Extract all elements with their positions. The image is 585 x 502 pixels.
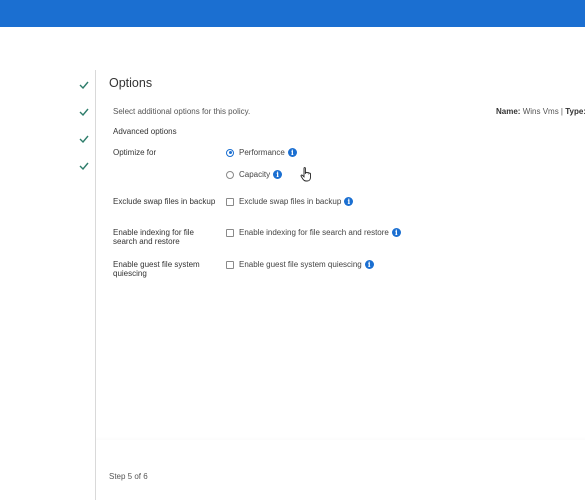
quiescing-checkbox[interactable] — [226, 260, 234, 269]
page-title: Options — [109, 76, 153, 90]
indexing-option[interactable]: Enable indexing for file search and rest… — [226, 228, 401, 237]
swap-files-option-label[interactable]: Exclude swap files in backup — [239, 197, 341, 206]
swap-files-checkbox[interactable] — [226, 197, 234, 206]
performance-option[interactable]: Performance i — [226, 148, 297, 157]
swap-files-option[interactable]: Exclude swap files in backup i — [226, 197, 354, 206]
name-label: Name: — [496, 107, 521, 116]
swap-files-label: Exclude swap files in backup — [113, 197, 216, 206]
info-icon[interactable]: i — [287, 148, 297, 157]
step-4-check-icon[interactable] — [78, 161, 90, 171]
info-icon[interactable]: i — [273, 170, 283, 179]
capacity-label[interactable]: Capacity — [239, 170, 270, 179]
indexing-checkbox[interactable] — [226, 228, 234, 237]
hand-cursor-icon — [300, 167, 312, 187]
rail-divider — [95, 70, 96, 500]
capacity-option[interactable]: Capacity i — [226, 170, 283, 179]
app-header-bar — [0, 0, 585, 27]
name-value: Wins Vms — [522, 107, 559, 116]
page-description: Select additional options for this polic… — [113, 107, 251, 116]
quiescing-label: Enable guest file system quiescing — [113, 260, 200, 278]
performance-label[interactable]: Performance — [239, 148, 285, 157]
step-1-check-icon[interactable] — [78, 80, 90, 90]
step-2-check-icon[interactable] — [78, 107, 90, 117]
policy-meta: Name: Wins Vms | Type: V — [496, 107, 585, 116]
step-indicator: Step 5 of 6 — [109, 472, 148, 481]
info-icon[interactable]: i — [364, 260, 374, 269]
quiescing-option[interactable]: Enable guest file system quiescing i — [226, 260, 374, 269]
wizard-footer — [96, 440, 585, 502]
performance-radio[interactable] — [226, 148, 234, 157]
section-title: Advanced options — [113, 127, 177, 136]
steps-rail — [0, 27, 96, 502]
optimize-label: Optimize for — [113, 148, 157, 157]
quiescing-option-label[interactable]: Enable guest file system quiescing — [239, 260, 362, 269]
info-icon[interactable]: i — [391, 228, 401, 237]
type-label: Type: — [565, 107, 585, 116]
step-3-check-icon[interactable] — [78, 134, 90, 144]
capacity-radio[interactable] — [226, 170, 234, 179]
info-icon[interactable]: i — [344, 197, 354, 206]
indexing-option-label[interactable]: Enable indexing for file search and rest… — [239, 228, 389, 237]
indexing-label: Enable indexing for file search and rest… — [113, 228, 194, 246]
